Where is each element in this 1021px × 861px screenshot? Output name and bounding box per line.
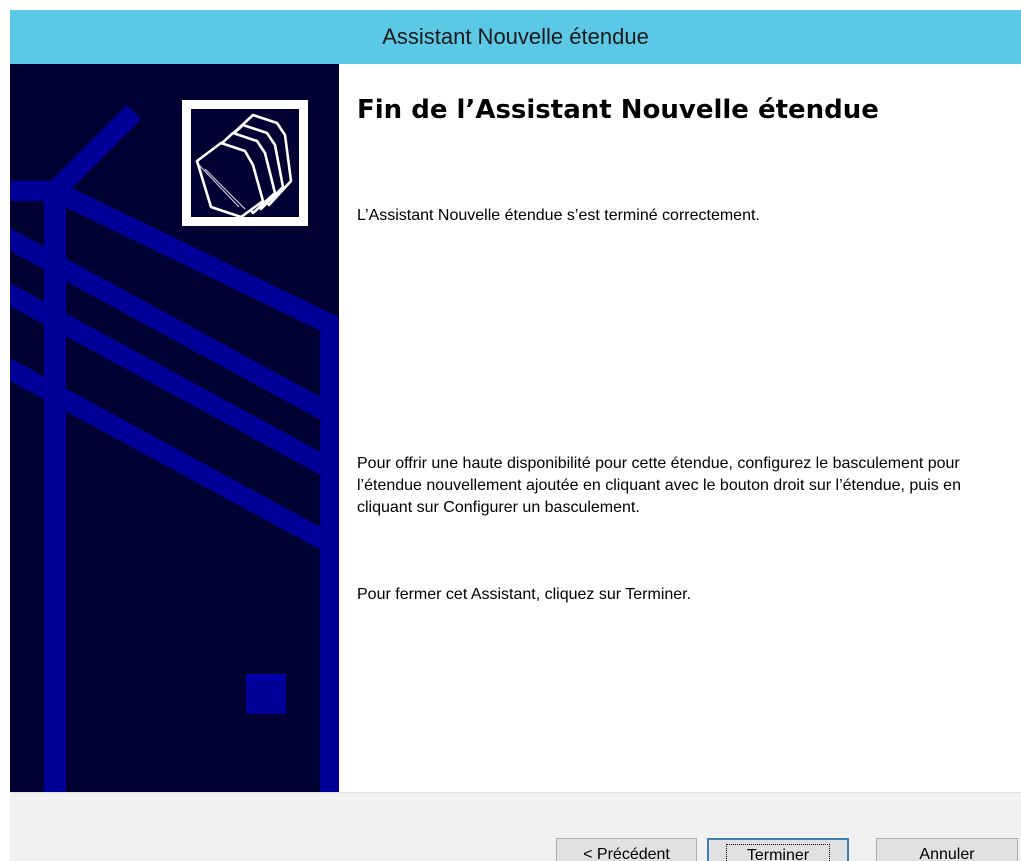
- finish-button-label: Terminer: [725, 843, 831, 861]
- window-title: Assistant Nouvelle étendue: [382, 24, 649, 49]
- wizard-icon-frame: [182, 100, 308, 226]
- wizard-content: Fin de l’Assistant Nouvelle étendue L’As…: [339, 64, 1021, 792]
- failover-info-text: Pour offrir une haute disponibilité pour…: [357, 455, 961, 516]
- previous-button-label: < Précédent: [583, 846, 670, 861]
- wizard-banner: [10, 64, 339, 792]
- title-bar[interactable]: Assistant Nouvelle étendue: [10, 10, 1021, 64]
- success-message: L’Assistant Nouvelle étendue s’est termi…: [357, 207, 760, 224]
- wizard-window: Assistant Nouvelle étendue Fin de l’Assi…: [10, 10, 1021, 861]
- page-heading: Fin de l’Assistant Nouvelle étendue: [357, 95, 879, 125]
- button-bar: < Précédent Terminer Annuler: [10, 792, 1021, 861]
- close-instruction-text: Pour fermer cet Assistant, cliquez sur T…: [357, 586, 692, 603]
- cancel-button-label: Annuler: [919, 846, 975, 861]
- folders-icon: [191, 109, 299, 217]
- cancel-button[interactable]: Annuler: [876, 838, 1018, 861]
- previous-button[interactable]: < Précédent: [556, 838, 697, 861]
- finish-button[interactable]: Terminer: [707, 838, 849, 861]
